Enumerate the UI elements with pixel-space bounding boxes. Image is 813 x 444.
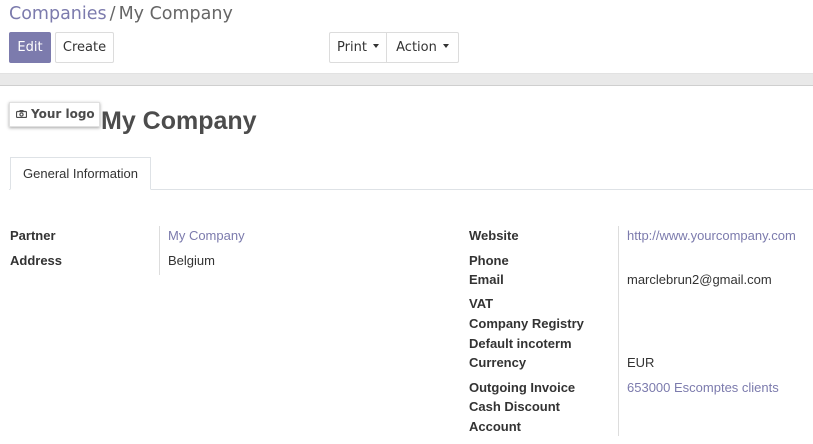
action-button-label: Action bbox=[396, 40, 437, 55]
print-button-label: Print bbox=[337, 40, 367, 55]
vat-label: VAT bbox=[469, 296, 494, 311]
cash-discount-account-link[interactable]: 653000 Escomptes clients bbox=[627, 378, 779, 398]
outgoing-invoice-label: Outgoing Invoice bbox=[469, 380, 576, 395]
edit-button[interactable]: Edit bbox=[9, 32, 51, 63]
field-separator-right bbox=[618, 226, 619, 436]
phone-label: Phone bbox=[469, 253, 509, 268]
partner-value-link[interactable]: My Company bbox=[168, 226, 245, 246]
action-dropdown-button[interactable]: Action bbox=[386, 32, 459, 63]
company-registry-label: Company Registry bbox=[469, 316, 584, 331]
currency-label: Currency bbox=[469, 355, 527, 370]
breadcrumb-separator: / bbox=[109, 4, 116, 24]
caret-down-icon bbox=[372, 43, 379, 48]
breadcrumb-current: My Company bbox=[118, 4, 233, 24]
field-separator-left bbox=[159, 226, 160, 275]
create-button[interactable]: Create bbox=[55, 32, 114, 63]
company-name-title: My Company bbox=[101, 107, 257, 135]
address-value: Belgium bbox=[168, 253, 215, 268]
email-value: marclebrun2@gmail.com bbox=[627, 272, 772, 287]
control-panel-divider bbox=[0, 73, 813, 86]
camera-icon bbox=[16, 109, 27, 118]
caret-down-icon bbox=[442, 43, 449, 48]
print-dropdown-button[interactable]: Print bbox=[329, 32, 387, 63]
cash-discount-label: Cash Discount bbox=[469, 399, 561, 414]
email-label: Email bbox=[469, 272, 504, 287]
tab-general-information[interactable]: General Information bbox=[10, 157, 151, 190]
logo-placeholder-label: Your logo bbox=[31, 107, 95, 121]
website-value-link[interactable]: http://www.yourcompany.com bbox=[627, 226, 796, 246]
partner-label: Partner bbox=[10, 228, 56, 243]
account-label: Account bbox=[469, 419, 521, 434]
default-incoterm-label: Default incoterm bbox=[469, 336, 572, 351]
breadcrumb: Companies / My Company bbox=[9, 3, 233, 25]
address-label: Address bbox=[10, 253, 63, 268]
website-label: Website bbox=[469, 228, 519, 243]
breadcrumb-companies-link[interactable]: Companies bbox=[9, 4, 107, 24]
currency-value: EUR bbox=[627, 355, 655, 370]
company-logo-placeholder[interactable]: Your logo bbox=[9, 102, 100, 127]
